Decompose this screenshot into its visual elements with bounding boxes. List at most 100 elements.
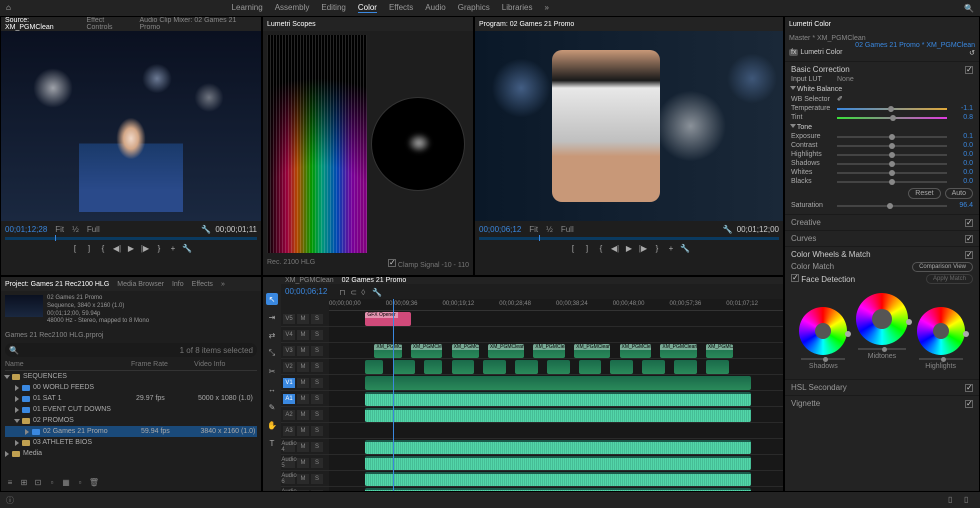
project-tab[interactable]: Info <box>172 281 184 288</box>
exposure-slider[interactable] <box>837 136 947 138</box>
track-select-tool[interactable]: ⇥ <box>266 311 278 323</box>
highlights-color-wheel[interactable] <box>917 307 965 355</box>
source-timecode-current[interactable]: 00;01;12;28 <box>5 225 47 234</box>
mute-toggle[interactable]: M <box>297 426 309 436</box>
track-header-v2[interactable]: V2MS <box>281 359 329 375</box>
vignette-toggle[interactable] <box>965 400 973 408</box>
bin-row[interactable]: 02 PROMOS <box>5 415 257 426</box>
tone-header[interactable]: Tone <box>797 124 812 131</box>
disclosure-arrow-icon[interactable] <box>5 451 9 457</box>
mute-toggle[interactable]: M <box>297 490 309 493</box>
clip[interactable] <box>579 360 602 374</box>
workspace-tab-color[interactable]: Color <box>358 3 377 13</box>
project-tab[interactable]: » <box>221 281 225 288</box>
track-header-audio 4[interactable]: Audio 4MS <box>281 439 329 455</box>
solo-toggle[interactable]: S <box>311 346 323 356</box>
track-target-toggle[interactable]: Audio 6 <box>283 474 295 484</box>
program-play-button[interactable]: ▶ <box>624 243 634 253</box>
clip[interactable] <box>365 376 751 390</box>
solo-toggle[interactable]: S <box>311 378 323 388</box>
lumetri-reset-icon[interactable]: ↺ <box>969 49 975 57</box>
track-header-v4[interactable]: V4MS <box>281 327 329 343</box>
clip[interactable] <box>365 488 751 492</box>
track-lane-a2[interactable] <box>329 407 783 423</box>
clip[interactable]: XM_PGMClean <box>452 344 479 358</box>
project-tab[interactable]: Media Browser <box>117 281 164 288</box>
folder-icon[interactable]: ▫ <box>75 477 85 487</box>
sequence-row[interactable]: 01 EVENT CUT DOWNS <box>5 404 257 415</box>
blacks-slider[interactable] <box>837 181 947 183</box>
source-wrench-button[interactable]: 🔧 <box>182 243 192 253</box>
track-lane-v1[interactable] <box>329 375 783 391</box>
creative-toggle[interactable] <box>965 219 973 227</box>
source-settings-icon[interactable]: 🔧 <box>201 225 211 234</box>
source-go-in-button[interactable]: { <box>98 243 108 253</box>
clip[interactable]: XM_PGMClean <box>620 344 652 358</box>
hand-tool[interactable]: ✋ <box>266 419 278 431</box>
source-video-frame[interactable] <box>1 31 261 221</box>
source-mark-in-button[interactable]: [ <box>70 243 80 253</box>
status-render-icon[interactable]: ▯ <box>964 495 974 505</box>
source-go-out-button[interactable]: } <box>154 243 164 253</box>
saturation-slider[interactable] <box>837 205 947 207</box>
slip-tool[interactable]: ↔ <box>266 383 278 395</box>
source-tab[interactable]: Effect Controls <box>86 17 131 31</box>
clip[interactable]: XM_PGMClean <box>574 344 610 358</box>
temperature-slider[interactable] <box>837 108 947 110</box>
project-search-input[interactable] <box>23 347 176 354</box>
mute-toggle[interactable]: M <box>297 330 309 340</box>
track-lane-a1[interactable] <box>329 391 783 407</box>
sequence-row[interactable]: 02 Games 21 Promo59.94 fps3840 x 2160 (1… <box>5 426 257 437</box>
midtones-luma-slider[interactable] <box>858 348 906 350</box>
clip[interactable] <box>483 360 506 374</box>
clip[interactable] <box>642 360 665 374</box>
project-column-header[interactable]: Name <box>5 361 131 368</box>
basic-correction-toggle[interactable] <box>965 66 973 74</box>
clip[interactable]: XM_PGMClean <box>706 344 733 358</box>
track-lane-v2[interactable] <box>329 359 783 375</box>
source-step-back-button[interactable]: ◀| <box>112 243 122 253</box>
track-target-toggle[interactable]: Audio 5 <box>283 458 295 468</box>
track-target-toggle[interactable]: A1 <box>283 394 295 404</box>
project-column-header[interactable]: Frame Rate <box>131 361 194 368</box>
source-resolution-dropdown[interactable]: Full <box>87 225 100 234</box>
wheels-toggle[interactable] <box>965 251 973 259</box>
source-fit-dropdown[interactable]: Fit <box>55 225 64 234</box>
workspace-tab-libraries[interactable]: Libraries <box>502 3 533 13</box>
mute-toggle[interactable]: M <box>297 314 309 324</box>
clip[interactable] <box>706 360 729 374</box>
clip[interactable] <box>424 360 442 374</box>
mute-toggle[interactable]: M <box>297 394 309 404</box>
rgb-parade-scope[interactable] <box>267 35 367 253</box>
disclosure-arrow-icon[interactable] <box>15 396 19 402</box>
contrast-slider[interactable] <box>837 145 947 147</box>
clip[interactable] <box>365 440 751 454</box>
home-icon[interactable]: ⌂ <box>6 3 16 13</box>
program-step-fwd-button[interactable]: |▶ <box>638 243 648 253</box>
clip[interactable] <box>674 360 697 374</box>
track-header-a3[interactable]: A3MS <box>281 423 329 439</box>
mute-toggle[interactable]: M <box>297 346 309 356</box>
clip[interactable] <box>365 424 751 438</box>
track-target-toggle[interactable]: V3 <box>283 346 295 356</box>
disclosure-arrow-icon[interactable] <box>15 385 19 391</box>
track-header-audio 5[interactable]: Audio 5MS <box>281 455 329 471</box>
clip[interactable] <box>365 392 751 406</box>
track-header-v1[interactable]: V1MS <box>281 375 329 391</box>
zoom-icon[interactable]: ▫ <box>47 477 57 487</box>
track-target-toggle[interactable]: Audio 4 <box>283 442 295 452</box>
disclosure-arrow-icon[interactable] <box>15 440 19 446</box>
lumetri-clip-name[interactable]: 02 Games 21 Promo * XM_PGMClean <box>855 42 975 49</box>
bin-row[interactable]: 03 ATHLETE BIOS <box>5 437 257 448</box>
clip[interactable] <box>365 472 751 486</box>
shadows-slider[interactable] <box>837 163 947 165</box>
track-lanes[interactable]: 00;00;00;0000;00;09;3600;00;19;1200;00;2… <box>329 299 783 492</box>
track-header-a2[interactable]: A2MS <box>281 407 329 423</box>
creative-header[interactable]: Creative <box>791 218 821 227</box>
track-target-toggle[interactable]: A3 <box>283 426 295 436</box>
razor-tool[interactable]: ✂ <box>266 365 278 377</box>
vectorscope[interactable] <box>371 97 465 191</box>
lumetri-tab[interactable]: Lumetri Color <box>789 21 831 28</box>
mute-toggle[interactable]: M <box>297 458 309 468</box>
midtones-color-wheel[interactable] <box>856 293 908 345</box>
